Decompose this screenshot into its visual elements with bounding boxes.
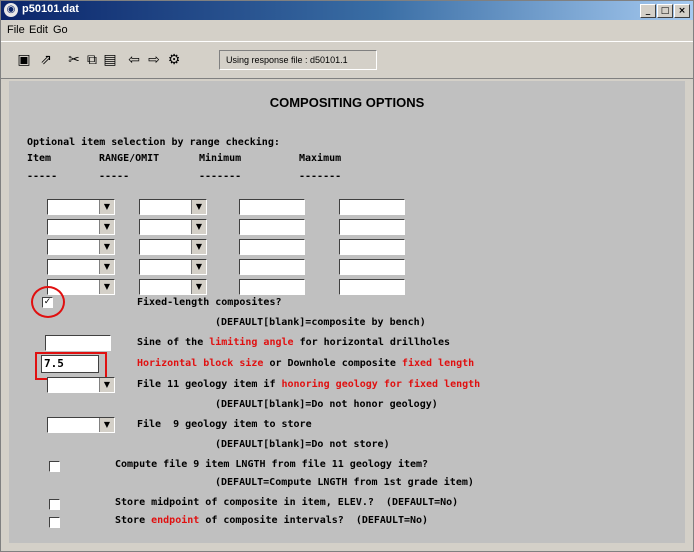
cut-icon[interactable]: ✂ — [65, 51, 83, 69]
item-select[interactable]: ▼ — [47, 199, 115, 215]
file9-geology-default: (DEFAULT[blank]=Do not store) — [215, 439, 390, 450]
maximum-input[interactable] — [339, 219, 405, 235]
column-item: Item — [27, 153, 52, 164]
item-select[interactable]: ▼ — [47, 259, 115, 275]
limiting-angle-input[interactable] — [45, 335, 111, 351]
store-midpoint-checkbox[interactable] — [49, 499, 60, 510]
column-range-omit: RANGE/OMIT — [99, 153, 160, 164]
chevron-down-icon[interactable]: ▼ — [99, 280, 114, 294]
menu-bar: File Edit Go — [1, 21, 693, 39]
chevron-down-icon[interactable]: ▼ — [99, 418, 114, 432]
menu-file[interactable]: File — [7, 24, 25, 36]
range-omit-select[interactable]: ▼ — [139, 199, 207, 215]
block-size-input[interactable]: 7.5 — [41, 355, 99, 373]
form-content: COMPOSITING OPTIONS Optional item select… — [9, 81, 685, 543]
chevron-down-icon[interactable]: ▼ — [99, 260, 114, 274]
minimum-input[interactable] — [239, 279, 305, 295]
compute-lngth-label: Compute file 9 item LNGTH from file 11 g… — [115, 459, 429, 470]
range-omit-select[interactable]: ▼ — [139, 259, 207, 275]
app-icon: ◉ — [4, 3, 18, 17]
minimum-input[interactable] — [239, 199, 305, 215]
fixed-length-default: (DEFAULT[blank]=composite by bench) — [215, 317, 426, 328]
back-icon[interactable]: ⇦ — [125, 51, 143, 69]
file11-geology-select[interactable]: ▼ — [47, 377, 115, 393]
file11-geology-default: (DEFAULT[blank]=Do not honor geology) — [215, 399, 438, 410]
paste-icon[interactable]: ▤ — [101, 51, 119, 69]
dash-maximum: ------- — [299, 171, 342, 182]
chevron-down-icon[interactable]: ▼ — [99, 200, 114, 214]
range-omit-select[interactable]: ▼ — [139, 219, 207, 235]
forward-icon[interactable]: ⇨ — [145, 51, 163, 69]
response-file-label: Using response file : d50101.1 — [219, 50, 377, 70]
chevron-down-icon[interactable]: ▼ — [191, 280, 206, 294]
go-icon[interactable]: ⚙ — [165, 51, 183, 69]
compute-lngth-checkbox[interactable] — [49, 461, 60, 472]
column-maximum: Maximum — [299, 153, 342, 164]
chevron-down-icon[interactable]: ▼ — [99, 378, 114, 392]
menu-edit[interactable]: Edit — [29, 24, 48, 36]
item-select[interactable]: ▼ — [47, 239, 115, 255]
chevron-down-icon[interactable]: ▼ — [99, 240, 114, 254]
copy-icon[interactable]: ⧉ — [83, 51, 101, 69]
item-select[interactable]: ▼ — [47, 219, 115, 235]
minimum-input[interactable] — [239, 239, 305, 255]
chevron-down-icon[interactable]: ▼ — [191, 260, 206, 274]
file9-geology-label: File 9 geology item to store — [137, 419, 312, 430]
compute-lngth-default: (DEFAULT=Compute LNGTH from 1st grade it… — [215, 477, 474, 488]
toolbar: ▣ ⇗ ✂ ⧉ ▤ ⇦ ⇨ ⚙ Using response file : d5… — [1, 41, 693, 79]
close-button[interactable]: × — [674, 4, 690, 18]
maximize-button[interactable]: □ — [657, 4, 673, 18]
chevron-down-icon[interactable]: ▼ — [191, 200, 206, 214]
file9-geology-select[interactable]: ▼ — [47, 417, 115, 433]
range-section-title: Optional item selection by range checkin… — [27, 137, 280, 148]
chevron-down-icon[interactable]: ▼ — [99, 220, 114, 234]
maximum-input[interactable] — [339, 259, 405, 275]
minimum-input[interactable] — [239, 259, 305, 275]
save-icon[interactable]: ▣ — [15, 51, 33, 69]
fixed-length-checkbox[interactable]: ✓ — [42, 297, 53, 308]
maximum-input[interactable] — [339, 279, 405, 295]
window-title: p50101.dat — [22, 3, 79, 15]
title-bar: ◉ p50101.dat _ □ × — [1, 1, 693, 20]
dash-item: ----- — [27, 171, 58, 182]
store-endpoint-checkbox[interactable] — [49, 517, 60, 528]
minimize-button[interactable]: _ — [640, 4, 656, 18]
column-minimum: Minimum — [199, 153, 242, 164]
page-title: COMPOSITING OPTIONS — [269, 95, 425, 110]
maximum-input[interactable] — [339, 199, 405, 215]
dash-range: ----- — [99, 171, 130, 182]
menu-go[interactable]: Go — [53, 24, 68, 36]
file11-geology-label: File 11 geology item if honoring geology… — [137, 379, 481, 390]
chevron-down-icon[interactable]: ▼ — [191, 220, 206, 234]
dash-minimum: ------- — [199, 171, 242, 182]
minimum-input[interactable] — [239, 219, 305, 235]
app-window: ◉ p50101.dat _ □ × File Edit Go ▣ ⇗ ✂ ⧉ … — [0, 0, 694, 552]
block-size-label: Horizontal block size or Downhole compos… — [137, 358, 475, 369]
chevron-down-icon[interactable]: ▼ — [191, 240, 206, 254]
export-icon[interactable]: ⇗ — [37, 51, 55, 69]
range-omit-select[interactable]: ▼ — [139, 279, 207, 295]
range-omit-select[interactable]: ▼ — [139, 239, 207, 255]
limiting-angle-label: Sine of the limiting angle for horizonta… — [137, 337, 451, 348]
store-endpoint-label: Store endpoint of composite intervals? (… — [115, 515, 429, 526]
store-midpoint-label: Store midpoint of composite in item, ELE… — [115, 497, 459, 508]
maximum-input[interactable] — [339, 239, 405, 255]
fixed-length-label: Fixed-length composites? — [137, 297, 282, 308]
